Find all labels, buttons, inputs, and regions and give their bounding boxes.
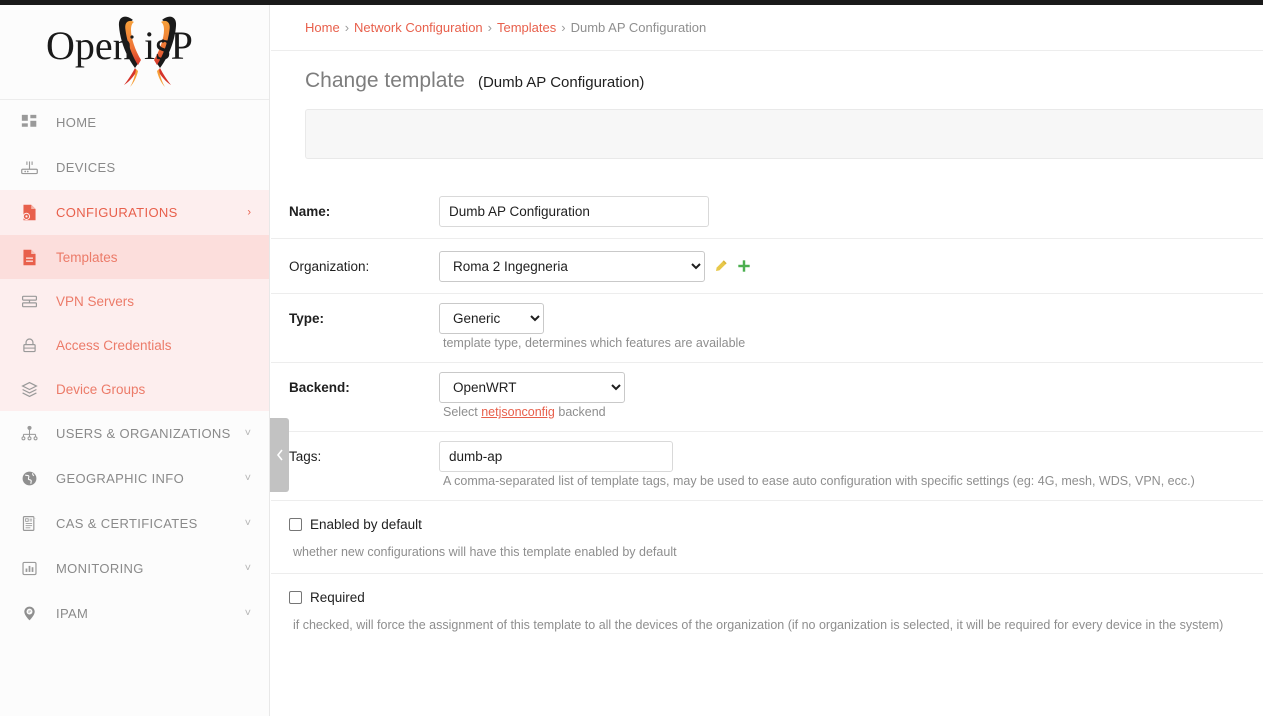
- sidebar-item-ipam[interactable]: IP IPAM ˅: [0, 591, 269, 636]
- map-pin-ip-icon: IP: [16, 601, 42, 627]
- name-label: Name:: [285, 204, 439, 219]
- sidebar-item-label: CONFIGURATIONS: [56, 205, 178, 220]
- backend-help-text: Select netjsonconfig backend: [285, 405, 1263, 431]
- sidebar-item-monitoring[interactable]: MONITORING ˅: [0, 546, 269, 591]
- page-subtitle: (Dumb AP Configuration): [478, 74, 644, 91]
- server-icon: [16, 288, 42, 314]
- sidebar-item-label: GEOGRAPHIC INFO: [56, 471, 184, 486]
- chevron-down-icon: ˅: [245, 563, 251, 574]
- chevron-down-icon: ˅: [245, 608, 251, 619]
- certificate-icon: [16, 511, 42, 537]
- sidebar-item-devices[interactable]: DEVICES: [0, 145, 269, 190]
- chevron-left-icon: [276, 449, 284, 461]
- sidebar-item-label: USERS & ORGANIZATIONS: [56, 426, 231, 441]
- breadcrumb-link-templates[interactable]: Templates: [497, 20, 556, 35]
- breadcrumb-separator: ›: [561, 20, 565, 35]
- router-icon: [16, 155, 42, 181]
- sidebar-item-label: CAS & CERTIFICATES: [56, 516, 198, 531]
- file-lines-icon: [16, 244, 42, 270]
- layers-icon: [16, 376, 42, 402]
- organization-label: Organization:: [285, 259, 439, 274]
- main-content: Home › Network Configuration › Templates…: [271, 5, 1263, 716]
- sidebar-item-cas-certificates[interactable]: CAS & CERTIFICATES ˅: [0, 501, 269, 546]
- svg-text:Open: Open: [46, 23, 133, 68]
- plus-icon[interactable]: [737, 259, 751, 273]
- sidebar-item-label: HOME: [56, 115, 96, 130]
- openwisp-logo-icon: Open isP: [40, 12, 230, 92]
- users-icon: [16, 421, 42, 447]
- sidebar-item-device-groups[interactable]: Device Groups: [0, 367, 269, 411]
- sidebar: Open isP HOME DEVICES CONFIGURATIONS ›: [0, 5, 270, 716]
- type-label: Type:: [285, 311, 439, 326]
- page-header: Change template (Dumb AP Configuration): [271, 51, 1263, 109]
- sidebar-item-label: Device Groups: [56, 382, 145, 397]
- chevron-down-icon: ˅: [245, 518, 251, 529]
- lock-icon: [16, 332, 42, 358]
- organization-select[interactable]: Roma 2 Ingegneria: [439, 251, 705, 282]
- breadcrumb-separator: ›: [488, 20, 492, 35]
- required-help-text: if checked, will force the assignment of…: [275, 618, 1263, 632]
- required-label: Required: [310, 590, 365, 605]
- file-gear-icon: [16, 200, 42, 226]
- netjsonconfig-link[interactable]: netjsonconfig: [481, 405, 555, 419]
- breadcrumb: Home › Network Configuration › Templates…: [271, 5, 1263, 51]
- form-row-name: Name:: [271, 184, 1263, 239]
- enabled-by-default-label: Enabled by default: [310, 517, 422, 532]
- chevron-down-icon: ˅: [245, 473, 251, 484]
- svg-text:isP: isP: [144, 23, 193, 68]
- tags-input[interactable]: [439, 441, 673, 472]
- required-checkbox[interactable]: [289, 591, 302, 604]
- openwisp-logo[interactable]: Open isP: [0, 5, 269, 100]
- sidebar-group-configurations: CONFIGURATIONS › Templates VPN Servers A…: [0, 190, 269, 411]
- sidebar-item-vpn-servers[interactable]: VPN Servers: [0, 279, 269, 323]
- form-row-enabled-by-default: Enabled by default whether new configura…: [271, 501, 1263, 574]
- breadcrumb-current: Dumb AP Configuration: [571, 20, 707, 35]
- tags-help-text: A comma-separated list of template tags,…: [285, 474, 1263, 500]
- tags-label: Tags:: [285, 449, 439, 464]
- type-help-text: template type, determines which features…: [285, 336, 1263, 362]
- enabled-by-default-checkbox[interactable]: [289, 518, 302, 531]
- breadcrumb-separator: ›: [345, 20, 349, 35]
- sidebar-item-geographic-info[interactable]: GEOGRAPHIC INFO ˅: [0, 456, 269, 501]
- backend-help-prefix: Select: [443, 405, 481, 419]
- form-row-required: Required if checked, will force the assi…: [271, 574, 1263, 646]
- sidebar-item-templates[interactable]: Templates: [0, 235, 269, 279]
- globe-icon: [16, 466, 42, 492]
- sidebar-item-label: DEVICES: [56, 160, 116, 175]
- sidebar-item-label: MONITORING: [56, 561, 144, 576]
- chart-icon: [16, 556, 42, 582]
- dashboard-icon: [16, 110, 42, 136]
- sidebar-item-users-organizations[interactable]: USERS & ORGANIZATIONS ˅: [0, 411, 269, 456]
- sidebar-item-configurations[interactable]: CONFIGURATIONS ›: [0, 190, 269, 235]
- form-row-type: Type: Generic template type, determines …: [271, 294, 1263, 363]
- sidebar-item-label: Templates: [56, 250, 118, 265]
- type-select[interactable]: Generic: [439, 303, 544, 334]
- form-row-backend: Backend: OpenWRT Select netjsonconfig ba…: [271, 363, 1263, 432]
- form-row-organization: Organization: Roma 2 Ingegneria: [271, 239, 1263, 294]
- sidebar-collapse-handle[interactable]: [270, 418, 289, 492]
- chevron-down-icon: ˅: [245, 428, 251, 439]
- sidebar-item-home[interactable]: HOME: [0, 100, 269, 145]
- breadcrumb-link-network-configuration[interactable]: Network Configuration: [354, 20, 483, 35]
- sidebar-item-label: IPAM: [56, 606, 88, 621]
- enabled-by-default-help-text: whether new configurations will have thi…: [275, 545, 1263, 559]
- pencil-icon[interactable]: [714, 259, 728, 273]
- sidebar-item-access-credentials[interactable]: Access Credentials: [0, 323, 269, 367]
- page-title: Change template: [305, 69, 465, 93]
- svg-text:IP: IP: [27, 610, 31, 614]
- breadcrumb-link-home[interactable]: Home: [305, 20, 340, 35]
- notice-panel: [305, 109, 1263, 159]
- chevron-right-icon: ›: [247, 207, 251, 218]
- name-input[interactable]: [439, 196, 709, 227]
- backend-select[interactable]: OpenWRT: [439, 372, 625, 403]
- sidebar-item-label: VPN Servers: [56, 294, 134, 309]
- backend-help-suffix: backend: [555, 405, 606, 419]
- sidebar-item-label: Access Credentials: [56, 338, 172, 353]
- form-row-tags: Tags: A comma-separated list of template…: [271, 432, 1263, 501]
- backend-label: Backend:: [285, 380, 439, 395]
